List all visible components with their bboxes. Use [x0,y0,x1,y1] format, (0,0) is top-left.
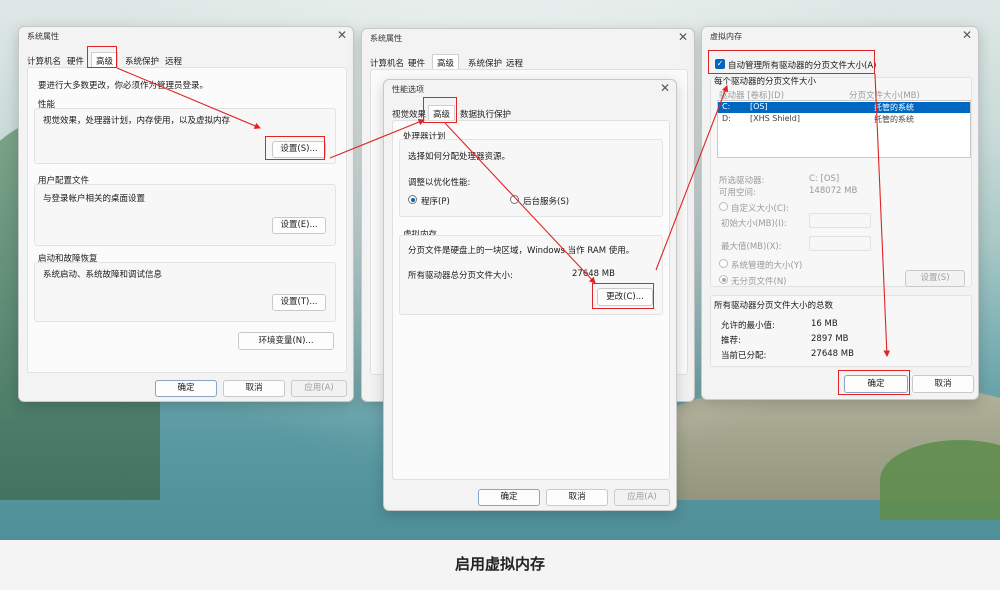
tab-computer-name[interactable]: 计算机名 [370,57,404,69]
tab-panel: 要进行大多数更改，你必须作为管理员登录。 性能 视觉效果，处理器计划，内存使用，… [27,67,347,373]
drive-row-d[interactable]: D: [XHS Shield] 托管的系统 [718,114,970,125]
drive-label: [OS] [750,102,768,111]
drive-label: [XHS Shield] [750,114,800,123]
paging-total-label: 所有驱动器总分页文件大小: [408,271,513,281]
drive-size: 托管的系统 [874,103,914,112]
window-title: 系统属性 [370,34,402,43]
custom-size-radio[interactable] [719,202,728,211]
no-paging-radio[interactable] [719,275,728,284]
tab-hardware[interactable]: 硬件 [408,57,425,69]
paging-total-value: 27648 MB [572,269,615,279]
system-managed-radio[interactable] [719,259,728,268]
admin-notice: 要进行大多数更改，你必须作为管理员登录。 [38,81,209,91]
drive-list[interactable]: C: [OS] 托管的系统 D: [XHS Shield] 托管的系统 [717,100,971,158]
tab-remote[interactable]: 远程 [165,55,182,67]
apply-button[interactable]: 应用(A) [291,380,347,397]
selected-drive-label: 所选驱动器: [719,176,765,186]
close-icon[interactable]: ✕ [678,30,688,44]
startup-settings-button[interactable]: 设置(T)... [272,294,326,311]
selected-drive-value: C: [OS] [809,174,840,184]
processor-scheduling-desc: 选择如何分配处理器资源。 [408,152,511,162]
highlight-ok-button [838,370,910,395]
user-profile-desc: 与登录帐户相关的桌面设置 [43,194,146,204]
totals-title: 所有驱动器分页文件大小的总数 [714,301,834,311]
tab-remote[interactable]: 远程 [506,57,523,69]
system-managed-label: 系统管理的大小(Y) [731,261,803,271]
background-services-label: 后台服务(S) [523,197,570,207]
window-title: 性能选项 [392,85,424,94]
max-size-input[interactable] [809,236,871,251]
adjust-label: 调整以优化性能: [408,178,471,188]
totals-group: 所有驱动器分页文件大小的总数 允许的最小值: 16 MB 推荐: 2897 MB… [710,295,972,367]
system-properties-window: 系统属性 ✕ 计算机名 硬件 高级 系统保护 远程 要进行大多数更改，你必须作为… [18,26,354,402]
drive-size: 托管的系统 [874,115,914,124]
tab-system-protection[interactable]: 系统保护 [468,57,502,69]
user-profile-group: 与登录帐户相关的桌面设置 [34,184,336,246]
drive-letter: C: [722,102,731,111]
performance-desc: 视觉效果，处理器计划，内存使用，以及虚拟内存 [43,116,231,126]
environment-variables-button[interactable]: 环境变量(N)... [238,332,334,350]
cancel-button[interactable]: 取消 [223,380,285,397]
current-allocated-label: 当前已分配: [721,351,767,361]
close-icon[interactable]: ✕ [337,28,347,42]
processor-scheduling-group: 选择如何分配处理器资源。 调整以优化性能: 程序(P) 后台服务(S) [399,139,663,217]
custom-size-label: 自定义大小(C): [731,204,789,214]
window-title: 虚拟内存 [710,32,742,41]
window-title: 系统属性 [27,32,59,41]
highlight-advanced-tab-1 [87,46,117,68]
free-space-value: 148072 MB [809,186,858,196]
tab-computer-name[interactable]: 计算机名 [27,55,61,67]
startup-recovery-desc: 系统启动、系统故障和调试信息 [43,270,163,280]
tab-hardware[interactable]: 硬件 [67,55,84,67]
current-allocated-value: 27648 MB [811,349,854,359]
cancel-button[interactable]: 取消 [546,489,608,506]
free-space-label: 可用空间: [719,188,756,198]
background-services-radio[interactable] [510,195,519,204]
desktop-background: 系统属性 ✕ 计算机名 硬件 高级 系统保护 远程 要进行大多数更改，你必须作为… [0,0,1000,540]
max-size-label: 最大值(MB)(X): [721,242,782,252]
min-allowed-value: 16 MB [811,319,838,329]
highlight-settings-button [265,136,325,160]
user-profile-settings-button[interactable]: 设置(E)... [272,217,326,234]
highlight-advanced-tab-2 [423,97,457,123]
caption: 启用虚拟内存 [0,540,1000,590]
drive-letter: D: [722,114,731,123]
min-allowed-label: 允许的最小值: [721,321,775,331]
cancel-button[interactable]: 取消 [912,375,974,393]
per-drive-group: 每个驱动器的分页文件大小 驱动器 [卷标](D) 分页文件大小(MB) C: [… [710,77,972,287]
apply-button[interactable]: 应用(A) [614,489,670,506]
set-button[interactable]: 设置(S) [905,270,965,287]
initial-size-input[interactable] [809,213,871,228]
virtual-memory-window: 虚拟内存 ✕ ✓ 自动管理所有驱动器的分页文件大小(A) 每个驱动器的分页文件大… [701,26,979,400]
recommended-value: 2897 MB [811,334,849,344]
drive-row-c[interactable]: C: [OS] 托管的系统 [718,102,970,113]
programs-label: 程序(P) [421,197,450,207]
per-drive-title: 每个驱动器的分页文件大小 [714,77,817,87]
tab-dep[interactable]: 数据执行保护 [460,108,511,120]
highlight-change-button [592,283,654,309]
no-paging-label: 无分页文件(N) [731,277,787,287]
tab-visual-effects[interactable]: 视觉效果 [392,108,426,120]
ok-button[interactable]: 确定 [155,380,217,397]
recommended-label: 推荐: [721,336,741,346]
startup-recovery-group: 系统启动、系统故障和调试信息 [34,262,336,322]
initial-size-label: 初始大小(MB)(I): [721,219,787,229]
close-icon[interactable]: ✕ [660,81,670,95]
highlight-auto-manage [708,50,875,74]
ok-button[interactable]: 确定 [478,489,540,506]
virtual-memory-desc: 分页文件是硬盘上的一块区域，Windows 当作 RAM 使用。 [408,246,635,256]
close-icon[interactable]: ✕ [962,28,972,42]
programs-radio[interactable] [408,195,417,204]
tab-system-protection[interactable]: 系统保护 [125,55,159,67]
